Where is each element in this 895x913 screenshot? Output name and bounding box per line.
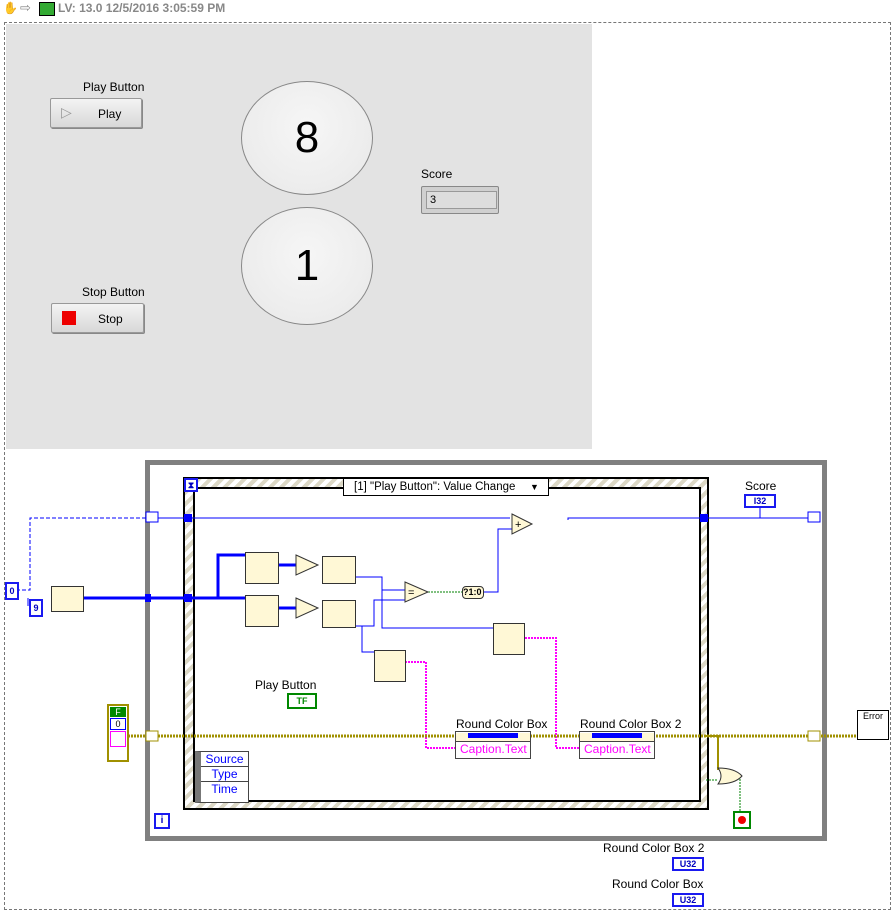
number-to-string-node-1[interactable] xyxy=(374,650,406,682)
cluster-bool: F xyxy=(110,707,126,717)
ref-2-terminal[interactable]: U32 xyxy=(672,857,704,871)
property-1-caption: Caption.Text xyxy=(460,742,527,756)
ref-1-terminal[interactable]: U32 xyxy=(672,893,704,907)
cluster-num: 0 xyxy=(110,718,126,730)
property-node-2[interactable]: Caption.Text xyxy=(579,731,655,759)
cluster-constant[interactable]: F 0 xyxy=(107,704,129,762)
bool-to-number-node[interactable]: ?1:0 xyxy=(462,586,484,599)
svg-text:=: = xyxy=(408,587,414,599)
score-terminal-label: Score xyxy=(745,479,777,493)
increment-nodes xyxy=(295,554,320,619)
random-number-node-2[interactable] xyxy=(245,595,279,627)
error-handler-node[interactable]: Error xyxy=(857,710,889,740)
wires: + = xyxy=(10,508,860,812)
or-node xyxy=(717,767,743,785)
event-data-time: Time xyxy=(211,782,238,796)
event-data-type: Type xyxy=(201,767,248,782)
property-2-caption: Caption.Text xyxy=(584,742,651,756)
nine-constant[interactable]: 9 xyxy=(29,599,43,617)
play-button-terminal-label: Play Button xyxy=(255,678,317,692)
error-handler-text: Error xyxy=(863,711,883,721)
number-to-string-node-2[interactable] xyxy=(493,623,525,655)
initialize-array-node[interactable] xyxy=(51,586,84,612)
play-button-terminal[interactable]: TF xyxy=(287,693,317,709)
event-data-node[interactable]: Source Type Time xyxy=(195,751,249,803)
score-terminal[interactable]: I32 xyxy=(744,494,776,508)
ref-2-label: Round Color Box 2 xyxy=(603,841,705,855)
index-array-node-2[interactable] xyxy=(322,600,356,628)
property-node-2-label: Round Color Box 2 xyxy=(580,717,682,731)
index-array-node-1[interactable] xyxy=(322,556,356,584)
property-node-1-label: Round Color Box xyxy=(456,717,548,731)
iteration-terminal: i xyxy=(154,813,170,829)
cluster-string xyxy=(110,731,126,747)
zero-constant[interactable]: 0 xyxy=(5,582,19,600)
stop-condition-terminal[interactable] xyxy=(733,811,751,829)
property-node-1[interactable]: Caption.Text xyxy=(455,731,531,759)
random-number-node-1[interactable] xyxy=(245,552,279,584)
event-data-source: Source xyxy=(201,752,248,767)
svg-text:+: + xyxy=(515,519,521,531)
ref-1-label: Round Color Box xyxy=(612,877,704,891)
